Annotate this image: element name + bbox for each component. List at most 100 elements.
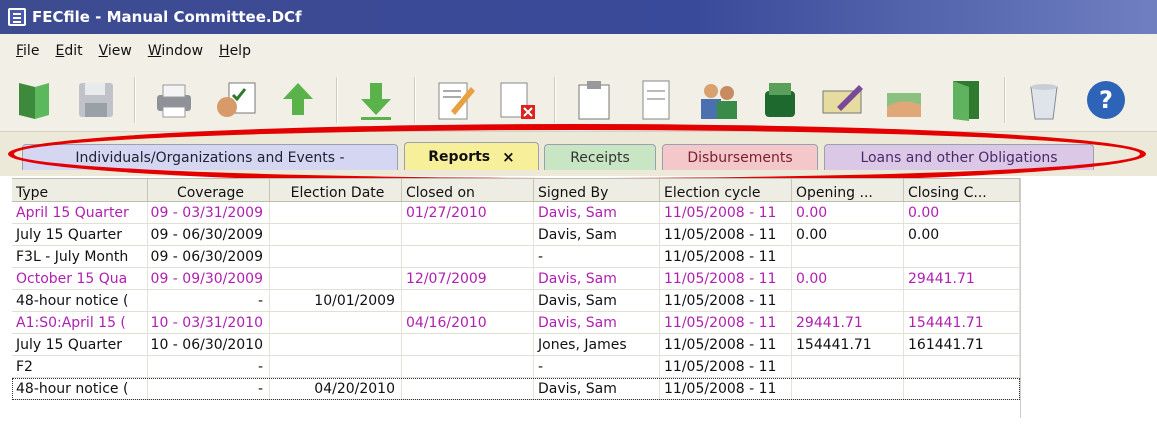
recycle-bin-icon[interactable] <box>1020 75 1068 125</box>
table-row[interactable]: October 15 Qua 09 - 09/30/2009 12/07/2009 D… <box>12 268 1020 290</box>
table-cell: 04/16/2010 <box>402 312 534 333</box>
document-icon[interactable] <box>632 75 680 125</box>
table-cell <box>792 290 904 311</box>
table-cell: F2 <box>12 356 148 377</box>
table-cell: - <box>534 246 660 267</box>
toolbar-separator <box>1004 76 1006 123</box>
table-cell: 09 - 06/30/2009 <box>148 224 270 245</box>
table-row[interactable]: A1:S0:April 15 (10 - 03/31/2010 04/16/201… <box>12 312 1020 334</box>
table-row[interactable]: July 15 Quarter 09 - 06/30/2009 Davis, Sam… <box>12 224 1020 246</box>
import-arrow-icon[interactable] <box>352 75 400 125</box>
table-cell: Davis, Sam <box>534 268 660 289</box>
table-cell <box>270 246 402 267</box>
table-row[interactable]: F2- -11/05/2008 - 11 <box>12 356 1020 378</box>
column-header[interactable]: Election Date <box>270 179 402 201</box>
menu-bar: File Edit View Window Help <box>0 34 1157 68</box>
tab-disbursements[interactable]: Disbursements <box>662 144 818 170</box>
table-cell: Davis, Sam <box>534 312 660 333</box>
table-cell <box>402 334 534 355</box>
table-row[interactable]: 48-hour notice (-10/01/2009 Davis, Sam 11/… <box>12 290 1020 312</box>
clipboard-icon[interactable] <box>570 75 618 125</box>
table-cell: 10 - 03/31/2010 <box>148 312 270 333</box>
table-row[interactable]: F3L - July Month 09 - 06/30/2009 -11/05/20… <box>12 246 1020 268</box>
table-cell: 154441.71 <box>904 312 1020 333</box>
tab-individuals-label: Individuals/Organizations and Events - <box>75 149 345 166</box>
open-book-icon[interactable] <box>10 75 58 125</box>
menu-window[interactable]: Window <box>140 43 211 59</box>
column-header[interactable]: Closing C... <box>904 179 1020 201</box>
table-cell: 11/05/2008 - 11 <box>660 312 792 333</box>
money-icon[interactable] <box>756 75 804 125</box>
table-cell: - <box>148 356 270 377</box>
table-cell: 09 - 06/30/2009 <box>148 246 270 267</box>
table-cell: July 15 Quarter <box>12 334 148 355</box>
table-cell: A1:S0:April 15 ( <box>12 312 148 333</box>
table-cell <box>792 378 904 399</box>
column-header[interactable]: Opening ... <box>792 179 904 201</box>
title-bar: FECfile - Manual Committee.DCf <box>0 0 1157 34</box>
save-disk-icon[interactable] <box>72 75 120 125</box>
column-header[interactable]: Closed on <box>402 179 534 201</box>
table-cell <box>402 246 534 267</box>
table-cell <box>402 290 534 311</box>
table-cell: 11/05/2008 - 11 <box>660 202 792 223</box>
exit-door-icon[interactable] <box>942 75 990 125</box>
upload-arrow-icon[interactable] <box>274 75 322 125</box>
table-cell <box>904 290 1020 311</box>
table-cell: - <box>148 378 270 399</box>
table-cell <box>270 356 402 377</box>
loan-icon[interactable] <box>880 75 928 125</box>
table-cell: 10/01/2009 <box>270 290 402 311</box>
toolbar-separator <box>414 76 416 123</box>
table-cell <box>270 202 402 223</box>
table-cell: 0.00 <box>792 268 904 289</box>
table-cell: 04/20/2010 <box>270 378 402 399</box>
table-cell: 0.00 <box>792 202 904 223</box>
contacts-icon[interactable] <box>694 75 742 125</box>
menu-edit[interactable]: Edit <box>47 43 90 59</box>
table-row[interactable]: April 15 Quarter 09 - 03/31/2009 01/27/201… <box>12 202 1020 224</box>
table-cell: Jones, James <box>534 334 660 355</box>
column-header[interactable]: Coverage <box>148 179 270 201</box>
table-cell: 29441.71 <box>792 312 904 333</box>
delete-report-icon[interactable] <box>492 75 540 125</box>
toolbar-separator <box>336 76 338 123</box>
table-cell: Davis, Sam <box>534 202 660 223</box>
table-row[interactable]: 48-hour notice (-04/20/2010 Davis, Sam 11/… <box>12 378 1020 400</box>
validate-icon[interactable] <box>212 75 260 125</box>
column-header[interactable]: Type <box>12 179 148 201</box>
app-icon <box>8 8 26 26</box>
tab-individuals[interactable]: Individuals/Organizations and Events - <box>22 144 398 170</box>
tab-receipts-label: Receipts <box>570 149 630 166</box>
reports-table: Type Coverage Election Date Closed on Si… <box>12 178 1020 400</box>
table-cell: 09 - 03/31/2009 <box>148 202 270 223</box>
menu-view[interactable]: View <box>91 43 140 59</box>
table-cell: 11/05/2008 - 11 <box>660 246 792 267</box>
table-cell: 11/05/2008 - 11 <box>660 378 792 399</box>
table-cell <box>270 312 402 333</box>
tab-reports[interactable]: Reports × <box>404 142 539 170</box>
column-header[interactable]: Election cycle <box>660 179 792 201</box>
column-header[interactable]: Signed By <box>534 179 660 201</box>
tab-receipts[interactable]: Receipts <box>544 144 656 170</box>
tab-loans[interactable]: Loans and other Obligations <box>824 144 1094 170</box>
svg-text:?: ? <box>1099 86 1113 114</box>
table-cell <box>792 356 904 377</box>
help-icon[interactable]: ? <box>1082 75 1130 125</box>
table-cell: 48-hour notice ( <box>12 378 148 399</box>
close-icon[interactable]: × <box>502 148 515 166</box>
table-row[interactable]: July 15 Quarter 10 - 06/30/2010 Jones, Jam… <box>12 334 1020 356</box>
table-cell: 11/05/2008 - 11 <box>660 356 792 377</box>
menu-help[interactable]: Help <box>211 43 259 59</box>
table-cell: 11/05/2008 - 11 <box>660 224 792 245</box>
table-cell: 48-hour notice ( <box>12 290 148 311</box>
edit-report-icon[interactable] <box>430 75 478 125</box>
tab-strip: Individuals/Organizations and Events - R… <box>0 132 1157 176</box>
menu-file[interactable]: File <box>8 43 47 59</box>
table-cell: Davis, Sam <box>534 224 660 245</box>
table-body: April 15 Quarter 09 - 03/31/2009 01/27/201… <box>12 202 1020 400</box>
check-icon[interactable] <box>818 75 866 125</box>
table-cell: 11/05/2008 - 11 <box>660 334 792 355</box>
printer-icon[interactable] <box>150 75 198 125</box>
table-cell <box>270 224 402 245</box>
